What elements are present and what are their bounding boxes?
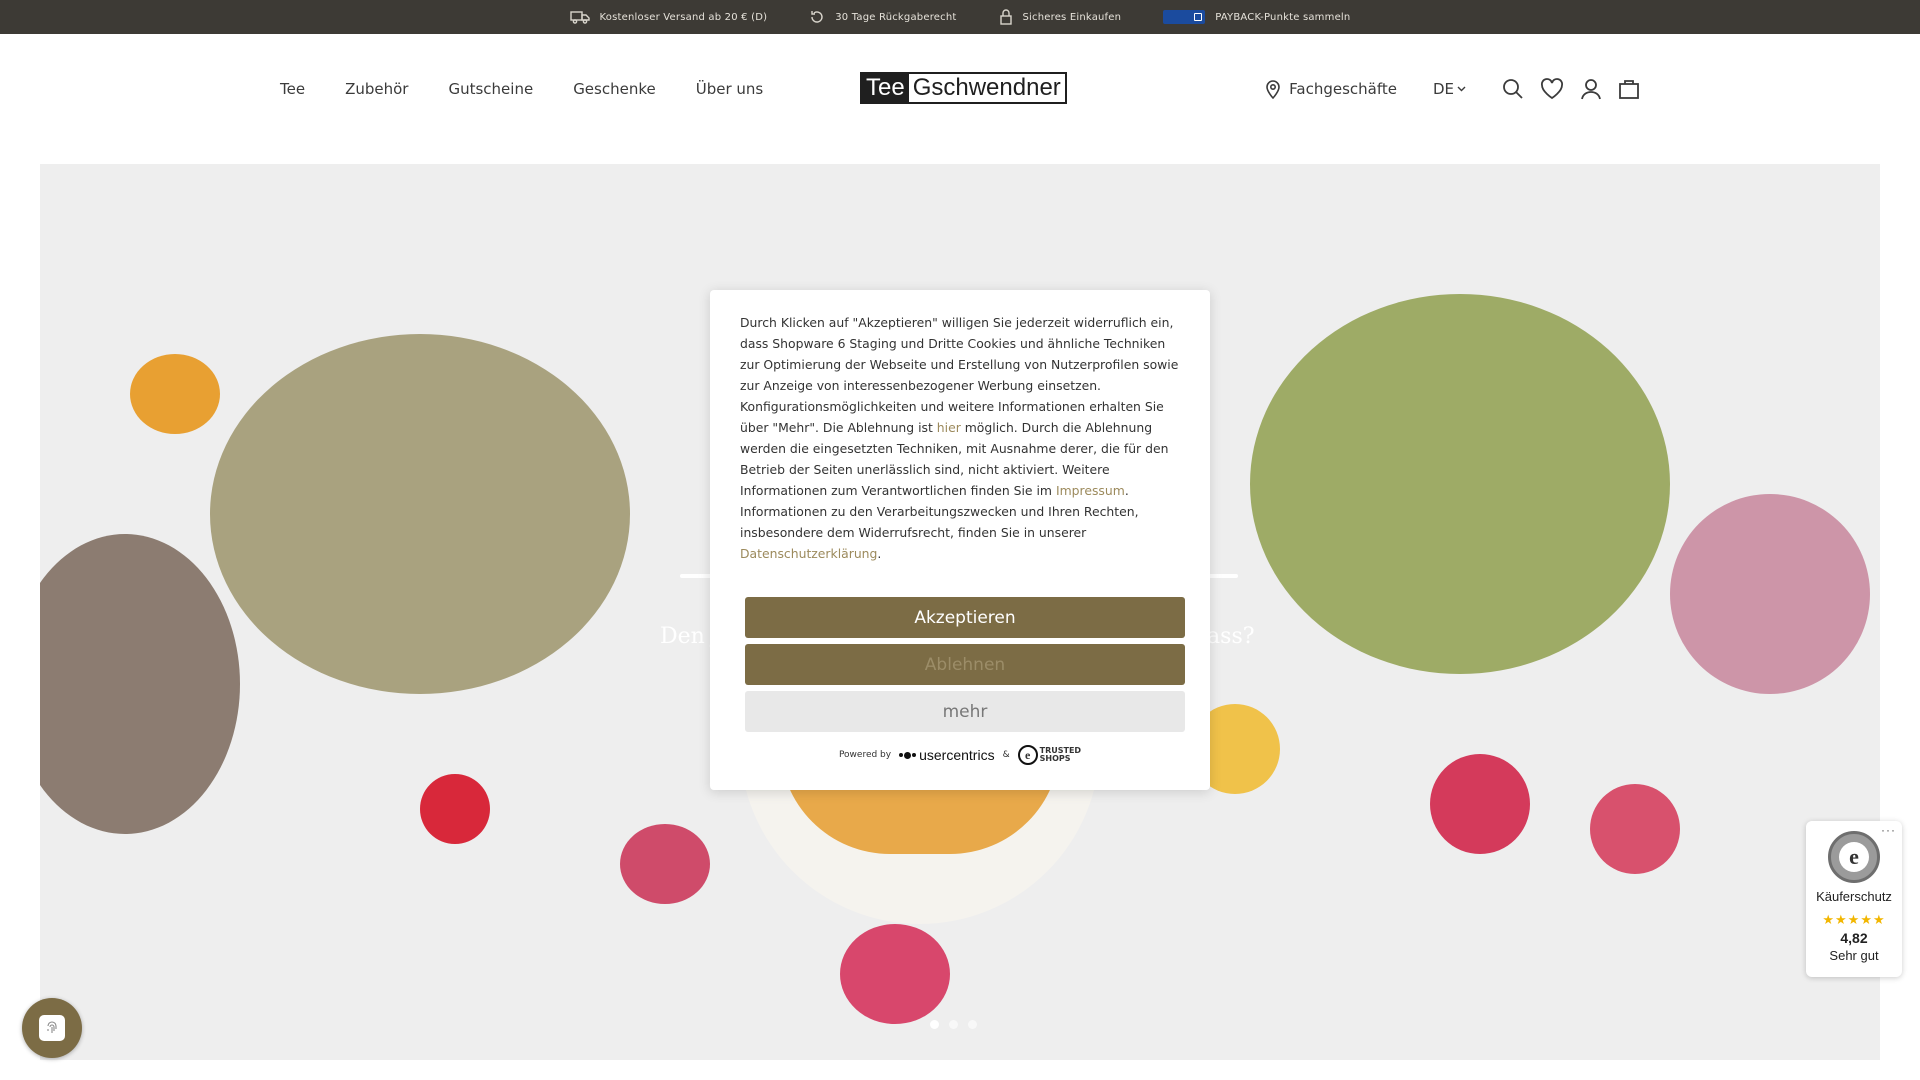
usercentrics-wordmark: usercentrics [919,747,995,763]
lock-icon [999,9,1012,25]
buyer-protection-label: Käuferschutz [1816,889,1892,904]
powered-by: Powered by usercentrics & e TRUSTED SHOPS [710,745,1210,765]
fingerprint-icon [39,1015,65,1041]
nav-item-gutscheine[interactable]: Gutscheine [448,80,533,98]
link-deny-here[interactable]: hier [937,420,961,435]
nav-item-tee[interactable]: Tee [280,80,305,98]
trusted-shops-e-icon: e [1017,745,1038,765]
stores-link[interactable]: Fachgeschäfte [1265,79,1397,99]
usp-shipping-label: Kostenloser Versand ab 20 € (D) [599,11,768,23]
rose-red [1430,754,1530,854]
brand-logo[interactable]: Tee Gschwendner [860,72,1067,104]
green-tea-leaves [1250,294,1670,674]
chevron-down-icon [1457,86,1466,92]
ampersand: & [1002,750,1010,760]
link-privacy-policy[interactable]: Datenschutzerklärung [740,546,877,561]
rating-grade: Sehr gut [1829,948,1879,963]
rose-petal [420,774,490,844]
orange-peel [130,354,220,434]
usp-secure: Sicheres Einkaufen [999,9,1122,25]
usercentrics-dots-icon [899,751,917,759]
tea-leaves-mixed [210,334,630,694]
top-info-bar: Kostenloser Versand ab 20 € (D) 30 Tage … [0,0,1920,34]
return-icon [811,11,823,23]
nav-item-zubehoer[interactable]: Zubehör [345,80,408,98]
usp-payback: PAYBACK-Punkte sammeln [1163,10,1350,24]
rating-score: 4,82 [1840,930,1868,946]
payback-logo [1163,10,1206,24]
language-selector[interactable]: DE [1433,80,1466,98]
main-navigation: Tee Zubehör Gutscheine Geschenke Über un… [280,80,763,98]
user-icon[interactable] [1580,78,1602,100]
trusted-shops-logo: e TRUSTED SHOPS [1017,745,1081,765]
tea-leaves-dark [40,534,240,834]
rose-bud [620,824,710,904]
link-imprint[interactable]: Impressum [1056,483,1125,498]
location-pin-icon [1266,80,1280,99]
truck-icon [569,11,590,24]
more-button[interactable]: mehr [745,691,1185,732]
usercentrics-logo: usercentrics [899,747,995,763]
slider-dot-1[interactable] [930,1020,939,1029]
slider-dot-3[interactable] [968,1020,977,1029]
slider-dot-2[interactable] [949,1020,958,1029]
nav-item-ueber-uns[interactable]: Über uns [696,80,764,98]
rating-stars: ★★★★★ [1822,912,1886,927]
logo-part-gschwendner: Gschwendner [912,74,1061,101]
usp-payback-label: PAYBACK-Punkte sammeln [1215,11,1351,23]
accept-button[interactable]: Akzeptieren [745,597,1185,638]
logo-part-tee: Tee [862,74,909,102]
trusted-shops-seal-icon: e [1828,831,1880,883]
search-icon[interactable] [1502,78,1524,100]
header-icons [1502,78,1640,100]
badge-more-icon[interactable]: ··· [1881,823,1896,837]
slider-dots [930,1020,977,1029]
heart-icon[interactable] [1540,78,1564,100]
rose-pink [1590,784,1680,874]
stores-label: Fachgeschäfte [1289,80,1397,98]
usp-return-label: 30 Tage Rückgaberecht [835,11,957,23]
cookie-consent-text: Durch Klicken auf "Akzeptieren" willigen… [740,315,1179,561]
petals-pink [1670,494,1870,694]
usp-shipping: Kostenloser Versand ab 20 € (D) [569,10,768,24]
deny-button[interactable]: Ablehnen [745,644,1185,685]
usp-secure-label: Sicheres Einkaufen [1022,11,1122,23]
trusted-shops-badge[interactable]: ··· e Käuferschutz ★★★★★ 4,82 Sehr gut [1806,821,1902,977]
rose-bottom [840,924,950,1024]
header-actions: Fachgeschäfte DE [1265,74,1640,104]
usp-return: 30 Tage Rückgaberecht [809,9,956,25]
site-header: Tee Zubehör Gutscheine Geschenke Über un… [0,34,1920,164]
cookie-consent-dialog: Durch Klicken auf "Akzeptieren" willigen… [710,290,1210,790]
nav-item-geschenke[interactable]: Geschenke [573,80,656,98]
privacy-settings-button[interactable] [22,998,82,1058]
powered-by-label: Powered by [838,750,892,760]
cart-icon[interactable] [1618,78,1640,100]
language-label: DE [1432,80,1454,98]
